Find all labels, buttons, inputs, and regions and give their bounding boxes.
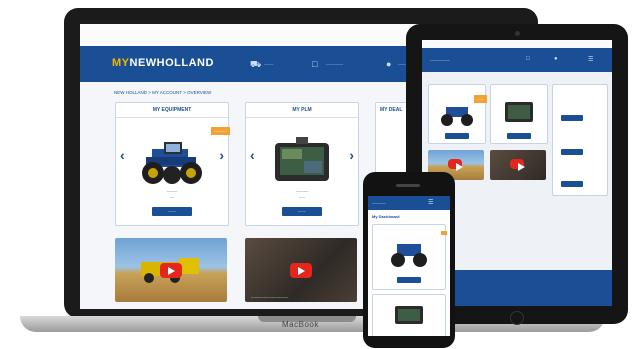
phone-gps-image (395, 306, 423, 324)
tablet-equipment-button[interactable] (445, 133, 469, 139)
tablet-nav-icon[interactable]: □ (526, 56, 530, 62)
tractor-icon[interactable]: ⛟ (250, 59, 261, 71)
prev-arrow-icon[interactable]: ‹ (250, 147, 255, 163)
tablet-video-testimonial[interactable] (490, 150, 546, 180)
tablet-plm-button[interactable] (507, 133, 531, 139)
tablet-gps-image (505, 102, 533, 122)
video-2-caption: -------------------------------- (251, 295, 289, 299)
equipment-view-button[interactable]: ------- (152, 207, 192, 216)
phone-tractor-image (391, 244, 427, 267)
prev-arrow-icon[interactable]: ‹ (120, 147, 125, 163)
phone-badge (441, 231, 447, 235)
header-item-1[interactable]: ------- (264, 61, 273, 66)
tractor-image (142, 142, 202, 184)
play-icon[interactable] (510, 159, 525, 171)
tablet-camera (515, 31, 520, 36)
tablet-tractor-image (441, 107, 473, 126)
plm-caption-1: ----------- (295, 189, 309, 193)
site-logo[interactable]: MYNEWHOLLAND (112, 57, 214, 69)
phone-equipment-button[interactable] (397, 277, 421, 283)
plm-view-button[interactable]: ------- (282, 207, 322, 216)
tablet-plm-card (490, 84, 548, 144)
play-icon[interactable] (290, 263, 312, 278)
tablet-header-title[interactable]: --------------- (430, 57, 450, 62)
gps-display-image (275, 137, 329, 181)
equipment-caption-2: ---- (169, 195, 175, 199)
phone-menu-icon[interactable]: ☰ (428, 199, 433, 206)
tablet-equipment-card: ------ (428, 84, 487, 144)
monitor-icon[interactable]: □ (312, 59, 317, 69)
tablet-badge: ------ (474, 95, 487, 103)
plm-card-title: MY PLM (292, 107, 312, 113)
deal-card-title: MY DEAL (380, 107, 403, 113)
tablet-menu-icon[interactable]: ☰ (588, 56, 593, 63)
phone-header: ------------ ☰ (368, 196, 450, 210)
video-thumbnail-harvester[interactable] (115, 238, 227, 302)
play-icon[interactable] (160, 263, 182, 278)
user-icon[interactable]: ● (386, 59, 391, 69)
tablet-side-button-3[interactable] (561, 181, 583, 187)
tablet-side-panel (552, 84, 608, 196)
header-item-2[interactable]: ------------- (326, 61, 343, 66)
play-icon[interactable] (448, 159, 463, 171)
tablet-top-strip (422, 40, 612, 48)
phone-section-title: My Dashboard (372, 214, 400, 219)
video-thumbnail-testimonial[interactable]: -------------------------------- (245, 238, 357, 302)
equipment-card-title: MY EQUIPMENT (152, 107, 192, 113)
next-arrow-icon[interactable]: › (349, 147, 354, 163)
phone-header-title[interactable]: ------------ (372, 201, 386, 205)
equipment-card: MY EQUIPMENT ----------- ‹ › --------- -… (115, 102, 230, 226)
tablet-user-icon[interactable]: ● (554, 56, 558, 62)
equipment-badge: ----------- (211, 127, 230, 135)
tablet-side-button-2[interactable] (561, 149, 583, 155)
breadcrumb[interactable]: NEW HOLLAND > MY ACCOUNT > OVERVIEW (114, 90, 211, 95)
phone-plm-card (372, 294, 446, 336)
equipment-caption-1: --------- (166, 189, 178, 193)
plm-caption-2: ----- (299, 195, 305, 199)
phone-speaker (396, 184, 420, 187)
phone-screen: ------------ ☰ My Dashboard (368, 196, 450, 336)
logo-prefix: MY (112, 57, 130, 69)
logo-main: NEWHOLLAND (129, 57, 214, 69)
tablet-home-button (510, 311, 524, 325)
tablet-side-button-1[interactable] (561, 115, 583, 121)
tablet-header: --------------- □ ● ☰ (422, 48, 612, 72)
laptop-brand-label: MacBook (282, 320, 319, 329)
phone-equipment-card (372, 224, 447, 290)
next-arrow-icon[interactable]: › (219, 147, 224, 163)
plm-card: MY PLM ‹ › ----------- ----- ------- (245, 102, 359, 226)
